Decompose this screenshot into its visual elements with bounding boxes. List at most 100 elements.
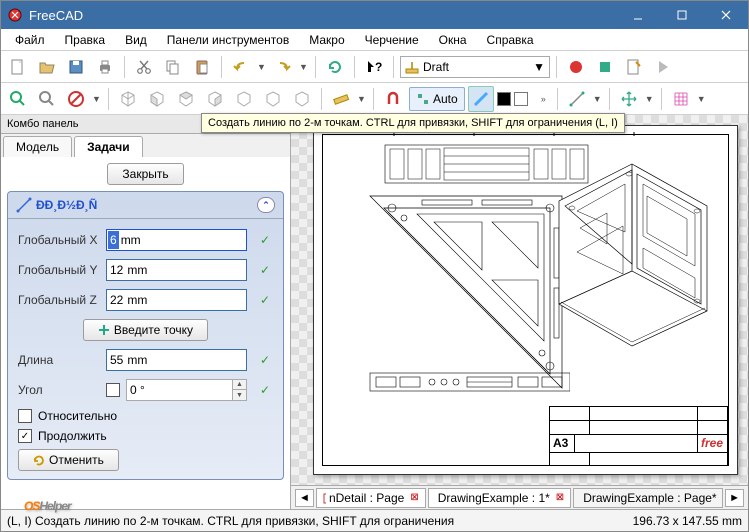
menu-macro[interactable]: Макро xyxy=(299,31,354,49)
run-macro-button[interactable] xyxy=(650,54,676,80)
status-coords: 196.73 x 147.55 mm xyxy=(633,514,742,528)
menu-edit[interactable]: Правка xyxy=(55,31,116,49)
view-front-button[interactable] xyxy=(144,86,170,112)
close-tab-icon[interactable]: ⊠ xyxy=(410,492,418,503)
open-button[interactable] xyxy=(34,54,60,80)
doc-tab-3[interactable]: DrawingExample : Page*⊠ xyxy=(573,488,723,508)
global-y-label: Глобальный Y xyxy=(18,263,100,277)
construction-mode-button[interactable] xyxy=(468,86,494,112)
snap-button[interactable] xyxy=(380,86,406,112)
whatsthis-button[interactable]: ? xyxy=(361,54,387,80)
move-button[interactable] xyxy=(616,86,642,112)
view-right-button[interactable] xyxy=(202,86,228,112)
view-iso-button[interactable] xyxy=(115,86,141,112)
check-icon: ✓ xyxy=(257,383,273,397)
redo-dropdown[interactable]: ▼ xyxy=(299,62,309,72)
undo-button[interactable] xyxy=(228,54,254,80)
stop-macro-button[interactable] xyxy=(592,54,618,80)
tooltip: Создать линию по 2-м точкам. CTRL для пр… xyxy=(201,113,625,133)
global-y-input[interactable]: 12mm xyxy=(106,259,247,281)
check-icon: ✓ xyxy=(257,353,273,367)
relative-checkbox[interactable] xyxy=(18,409,32,423)
title-block: A3free xyxy=(549,406,729,466)
tab-model[interactable]: Модель xyxy=(3,136,72,157)
svg-text:?: ? xyxy=(375,60,382,74)
menu-toolbars[interactable]: Панели инструментов xyxy=(157,31,299,49)
continue-checkbox[interactable]: ✓ xyxy=(18,429,32,443)
menu-help[interactable]: Справка xyxy=(477,31,544,49)
toolbar-overflow[interactable]: » xyxy=(541,94,551,104)
new-button[interactable] xyxy=(5,54,31,80)
minimize-button[interactable] xyxy=(616,1,660,29)
check-icon: ✓ xyxy=(257,293,273,307)
drawing-canvas[interactable]: A3free ◄ nDetail : Page⊠ DrawingExample … xyxy=(291,115,748,509)
view-rear-button[interactable] xyxy=(231,86,257,112)
menubar: Файл Правка Вид Панели инструментов Макр… xyxy=(1,29,748,51)
maximize-button[interactable] xyxy=(660,1,704,29)
workbench-label: Draft xyxy=(423,60,449,74)
menu-file[interactable]: Файл xyxy=(5,31,55,49)
record-macro-button[interactable] xyxy=(563,54,589,80)
length-input[interactable]: 55mm xyxy=(106,349,247,371)
close-button[interactable] xyxy=(704,1,748,29)
tab-tasks[interactable]: Задачи xyxy=(74,136,143,157)
drawing-sheet: A3free xyxy=(313,125,738,475)
combo-panel: Комбо панель Модель Задачи Закрыть ÐÐ¸Ð½… xyxy=(1,115,291,509)
length-label: Длина xyxy=(18,353,100,367)
redo-button[interactable] xyxy=(270,54,296,80)
close-task-button[interactable]: Закрыть xyxy=(107,163,183,185)
app-icon xyxy=(7,7,23,23)
titlebar: FreeCAD xyxy=(1,1,748,29)
color-black-swatch[interactable] xyxy=(497,92,511,106)
macros-button[interactable] xyxy=(621,54,647,80)
view-top-button[interactable] xyxy=(173,86,199,112)
angle-spinner[interactable]: ▲▼ xyxy=(232,380,246,400)
angle-checkbox[interactable] xyxy=(106,383,120,397)
task-card-header[interactable]: ÐÐ¸Ð½Ð¸Ñ ⌃ xyxy=(8,192,283,219)
color-white-swatch[interactable] xyxy=(514,92,528,106)
main-area: Комбо панель Модель Задачи Закрыть ÐÐ¸Ð½… xyxy=(1,115,748,509)
refresh-button[interactable] xyxy=(322,54,348,80)
draw-style-dropdown[interactable]: ▼ xyxy=(92,94,102,104)
global-x-input[interactable]: 6 mm xyxy=(106,229,247,251)
measure-button[interactable] xyxy=(328,86,354,112)
angle-label: Угол xyxy=(18,383,100,397)
save-button[interactable] xyxy=(63,54,89,80)
menu-drawing[interactable]: Черчение xyxy=(355,31,429,49)
close-tab-icon[interactable]: ⊠ xyxy=(723,492,724,503)
status-message: (L, I) Создать линию по 2-м точкам. CTRL… xyxy=(7,514,454,528)
copy-button[interactable] xyxy=(160,54,186,80)
draw-style-button[interactable] xyxy=(63,86,89,112)
workbench-selector[interactable]: Draft ▼ xyxy=(400,56,550,78)
menu-windows[interactable]: Окна xyxy=(429,31,477,49)
auto-group-button[interactable]: Auto xyxy=(409,87,465,111)
enter-point-button[interactable]: Введите точку xyxy=(83,319,208,341)
combo-tabs: Модель Задачи xyxy=(1,134,290,157)
statusbar: (L, I) Создать линию по 2-м точкам. CTRL… xyxy=(1,509,748,531)
view-left-button[interactable] xyxy=(289,86,315,112)
zoom-fit-button[interactable] xyxy=(5,86,31,112)
line-button[interactable] xyxy=(564,86,590,112)
toolbar-main: ▼ ▼ ? Draft ▼ xyxy=(1,51,748,83)
undo-dropdown[interactable]: ▼ xyxy=(257,62,267,72)
global-z-input[interactable]: 22mm xyxy=(106,289,247,311)
tab-scroll-left[interactable]: ◄ xyxy=(295,489,314,507)
grid-button[interactable] xyxy=(668,86,694,112)
document-tabs: ◄ nDetail : Page⊠ DrawingExample : 1*⊠ D… xyxy=(291,485,748,509)
print-button[interactable] xyxy=(92,54,118,80)
toolbar-view: ▼ ▼ Auto » ▼ ▼ ▼ Создать линию по 2-м то… xyxy=(1,83,748,115)
part-iso-view xyxy=(547,156,717,351)
doc-tab-1[interactable]: nDetail : Page⊠ xyxy=(316,488,426,508)
tab-scroll-right[interactable]: ► xyxy=(725,489,744,507)
cut-button[interactable] xyxy=(131,54,157,80)
zoom-all-button[interactable] xyxy=(34,86,60,112)
close-tab-icon[interactable]: ⊠ xyxy=(556,492,564,503)
collapse-icon[interactable]: ⌃ xyxy=(257,197,275,213)
doc-tab-2[interactable]: DrawingExample : 1*⊠ xyxy=(428,488,571,508)
paste-button[interactable] xyxy=(189,54,215,80)
app-title: FreeCAD xyxy=(29,8,616,23)
view-bottom-button[interactable] xyxy=(260,86,286,112)
angle-input[interactable]: 0 ° ▲▼ xyxy=(126,379,247,401)
menu-view[interactable]: Вид xyxy=(115,31,157,49)
cancel-button[interactable]: Отменить xyxy=(18,449,119,471)
